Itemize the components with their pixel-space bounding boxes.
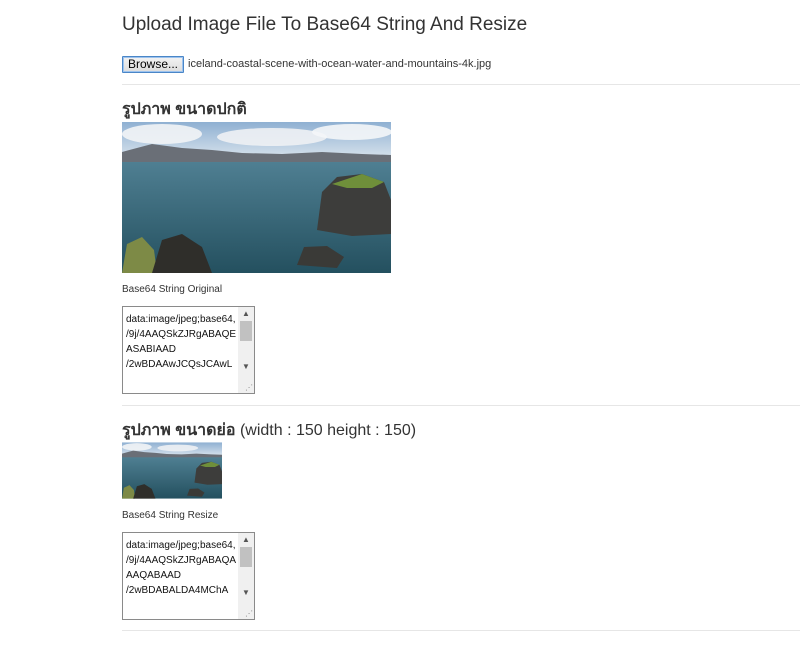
scroll-up-icon[interactable]: ▲	[238, 308, 254, 320]
scroll-thumb[interactable]	[240, 321, 252, 341]
resize-grip-icon[interactable]: ⋰	[245, 610, 253, 618]
landscape-image	[122, 122, 391, 273]
scroll-up-icon[interactable]: ▲	[238, 534, 254, 546]
base64-original-value: data:image/jpeg;base64, /9j/4AAQSkZJRgAB…	[126, 314, 237, 370]
file-input[interactable]: Browse... iceland-coastal-scene-with-oce…	[122, 55, 491, 73]
landscape-image-small	[122, 442, 222, 499]
vertical-scrollbar[interactable]: ▲ ▼	[238, 307, 254, 393]
resized-heading-dims: (width : 150 height : 150)	[235, 422, 417, 439]
original-heading-text: รูปภาพ ขนาดปกติ	[122, 101, 247, 118]
base64-resize-value: data:image/jpeg;base64, /9j/4AAQSkZJRgAB…	[126, 540, 237, 596]
resized-heading-text: รูปภาพ ขนาดย่อ	[122, 422, 236, 439]
divider	[122, 405, 800, 406]
base64-resize-textarea[interactable]: data:image/jpeg;base64, /9j/4AAQSkZJRgAB…	[122, 532, 255, 620]
resize-grip-icon[interactable]: ⋰	[245, 384, 253, 392]
resized-image-heading: รูปภาพ ขนาดย่อ (width : 150 height : 150…	[122, 418, 416, 443]
divider	[122, 630, 800, 631]
scroll-thumb[interactable]	[240, 547, 252, 567]
browse-button[interactable]: Browse...	[122, 55, 185, 73]
resized-image	[122, 442, 222, 499]
divider	[122, 84, 800, 85]
base64-original-textarea[interactable]: data:image/jpeg;base64, /9j/4AAQSkZJRgAB…	[122, 306, 255, 394]
original-image	[122, 122, 391, 273]
scroll-down-icon[interactable]: ▼	[238, 361, 254, 373]
resized-caption: Base64 String Resize	[122, 510, 219, 521]
vertical-scrollbar[interactable]: ▲ ▼	[238, 533, 254, 619]
page-title: Upload Image File To Base64 String And R…	[122, 14, 528, 35]
original-caption: Base64 String Original	[122, 284, 223, 295]
scroll-down-icon[interactable]: ▼	[238, 587, 254, 599]
selected-file-name: iceland-coastal-scene-with-ocean-water-a…	[188, 58, 492, 70]
original-image-heading: รูปภาพ ขนาดปกติ	[122, 97, 247, 122]
